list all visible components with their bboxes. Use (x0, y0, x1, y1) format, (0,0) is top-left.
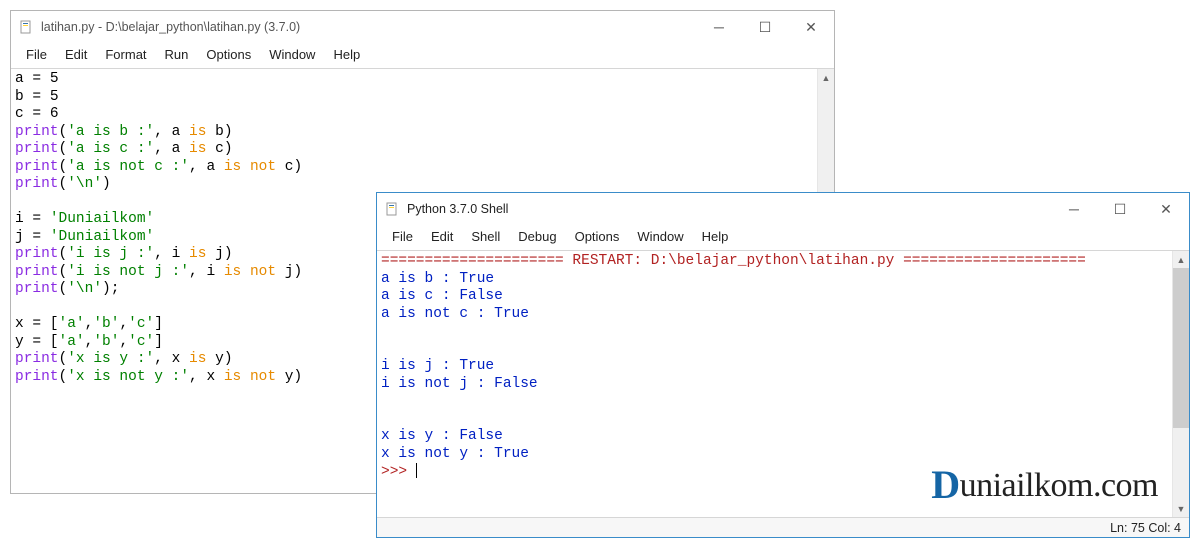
shell-titlebar[interactable]: Python 3.7.0 Shell ─ ☐ ✕ (377, 193, 1189, 225)
scroll-down-icon[interactable]: ▼ (1173, 500, 1189, 517)
menu-edit[interactable]: Edit (422, 227, 462, 246)
scroll-up-icon[interactable]: ▲ (818, 69, 834, 86)
menu-options[interactable]: Options (197, 45, 260, 64)
shell-area: ===================== RESTART: D:\belaja… (377, 250, 1189, 517)
scroll-thumb[interactable] (1173, 268, 1189, 428)
menu-shell[interactable]: Shell (462, 227, 509, 246)
menu-file[interactable]: File (17, 45, 56, 64)
menu-file[interactable]: File (383, 227, 422, 246)
editor-titlebar[interactable]: latihan.py - D:\belajar_python\latihan.p… (11, 11, 834, 43)
menu-help[interactable]: Help (693, 227, 738, 246)
python-shell-icon (385, 201, 401, 217)
minimize-button[interactable]: ─ (1051, 193, 1097, 225)
maximize-button[interactable]: ☐ (742, 11, 788, 43)
menu-format[interactable]: Format (96, 45, 155, 64)
shell-output[interactable]: ===================== RESTART: D:\belaja… (377, 251, 1172, 517)
menu-options[interactable]: Options (566, 227, 629, 246)
shell-menubar: File Edit Shell Debug Options Window Hel… (377, 225, 1189, 250)
editor-window-controls: ─ ☐ ✕ (696, 11, 834, 43)
shell-window-controls: ─ ☐ ✕ (1051, 193, 1189, 225)
editor-menubar: File Edit Format Run Options Window Help (11, 43, 834, 68)
python-file-icon (19, 19, 35, 35)
menu-window[interactable]: Window (628, 227, 692, 246)
maximize-button[interactable]: ☐ (1097, 193, 1143, 225)
cursor-position: Ln: 75 Col: 4 (1110, 521, 1181, 535)
shell-scrollbar[interactable]: ▲ ▼ (1172, 251, 1189, 517)
menu-edit[interactable]: Edit (56, 45, 96, 64)
menu-debug[interactable]: Debug (509, 227, 565, 246)
menu-run[interactable]: Run (156, 45, 198, 64)
shell-window-title: Python 3.7.0 Shell (407, 202, 1051, 216)
close-button[interactable]: ✕ (1143, 193, 1189, 225)
shell-statusbar: Ln: 75 Col: 4 (377, 517, 1189, 537)
menu-help[interactable]: Help (324, 45, 369, 64)
menu-window[interactable]: Window (260, 45, 324, 64)
editor-window-title: latihan.py - D:\belajar_python\latihan.p… (41, 20, 696, 34)
scroll-up-icon[interactable]: ▲ (1173, 251, 1189, 268)
close-button[interactable]: ✕ (788, 11, 834, 43)
minimize-button[interactable]: ─ (696, 11, 742, 43)
shell-window: Python 3.7.0 Shell ─ ☐ ✕ File Edit Shell… (376, 192, 1190, 538)
